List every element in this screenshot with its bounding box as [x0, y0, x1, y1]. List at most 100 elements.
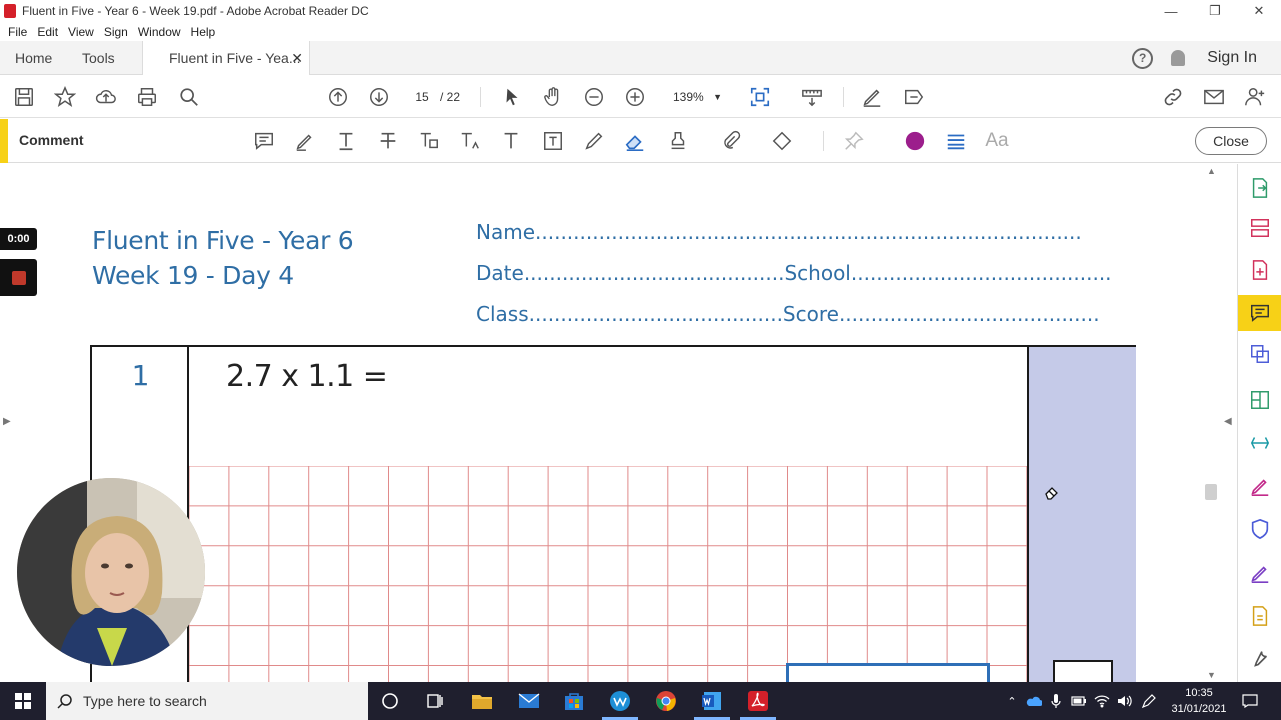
upload-icon[interactable]: [94, 85, 118, 109]
close-tab-icon[interactable]: ✕: [291, 50, 303, 67]
underline-text-icon[interactable]: [334, 129, 358, 153]
volume-icon[interactable]: [1117, 693, 1133, 709]
scroll-thumb[interactable]: [1205, 484, 1217, 500]
stamp-tool-icon[interactable]: [1248, 604, 1272, 628]
sign-in-button[interactable]: Sign In: [1207, 49, 1257, 67]
page-down-icon[interactable]: [367, 85, 391, 109]
more-tools-icon[interactable]: [1248, 647, 1272, 671]
comment-toolbar-label: Comment: [19, 132, 84, 148]
pen-workspace-icon[interactable]: [1141, 693, 1157, 709]
scroll-up-icon[interactable]: ▲: [1207, 166, 1216, 176]
menu-edit[interactable]: Edit: [37, 25, 58, 39]
eraser-icon[interactable]: [623, 129, 647, 153]
onedrive-icon[interactable]: [1026, 693, 1042, 709]
search-icon[interactable]: [177, 85, 201, 109]
start-button[interactable]: [0, 682, 46, 720]
cortana-icon[interactable]: [378, 689, 402, 713]
export-pdf-icon[interactable]: [1248, 176, 1272, 200]
close-comment-button[interactable]: Close: [1195, 127, 1267, 155]
mail-icon[interactable]: [517, 689, 541, 713]
close-window-button[interactable]: ✕: [1237, 0, 1281, 22]
scan-icon[interactable]: [1248, 431, 1272, 455]
save-icon[interactable]: [12, 85, 36, 109]
sticky-note-icon[interactable]: [252, 129, 276, 153]
stop-recording-button[interactable]: [0, 259, 37, 296]
show-hidden-icons-icon[interactable]: ⌃: [1004, 693, 1020, 709]
organize-pages-icon[interactable]: [1248, 216, 1272, 240]
share-icon[interactable]: [902, 85, 926, 109]
line-thickness-icon[interactable]: [944, 129, 968, 153]
color-swatch-icon[interactable]: [903, 129, 927, 153]
notifications-icon[interactable]: [1171, 50, 1186, 66]
zoom-in-icon[interactable]: [623, 85, 647, 109]
zoom-out-icon[interactable]: [582, 85, 606, 109]
tab-document[interactable]: Fluent in Five - Yea... ✕: [142, 41, 310, 75]
page-number-input[interactable]: 15: [407, 86, 437, 108]
sign-icon[interactable]: [860, 85, 884, 109]
file-explorer-icon[interactable]: [470, 689, 494, 713]
combine-files-icon[interactable]: [1248, 342, 1272, 366]
attach-file-icon[interactable]: [719, 129, 743, 153]
hand-icon[interactable]: [541, 85, 565, 109]
left-panel-toggle-icon[interactable]: ▶: [3, 416, 11, 427]
menu-file[interactable]: File: [8, 25, 27, 39]
acrobat-icon[interactable]: [746, 689, 770, 713]
star-icon[interactable]: [53, 85, 77, 109]
text-box-icon[interactable]: [541, 129, 565, 153]
insert-text-icon[interactable]: [458, 129, 482, 153]
main-toolbar: 15 / 22 139% ▼: [0, 76, 1281, 118]
microphone-icon[interactable]: [1048, 693, 1064, 709]
menu-sign[interactable]: Sign: [104, 25, 128, 39]
tab-tools[interactable]: Tools: [82, 41, 115, 75]
battery-icon[interactable]: [1071, 693, 1087, 709]
answer-box[interactable]: [786, 663, 990, 682]
link-icon[interactable]: [1161, 85, 1185, 109]
zoom-dropdown[interactable]: 139% ▼: [664, 86, 726, 108]
replace-text-icon[interactable]: [417, 129, 441, 153]
right-panel-toggle-icon[interactable]: ◀: [1224, 416, 1232, 427]
fill-sign-icon[interactable]: [1248, 474, 1272, 498]
select-arrow-icon[interactable]: [500, 85, 524, 109]
toolbar-divider: [843, 87, 844, 107]
wifi-icon[interactable]: [1094, 693, 1110, 709]
vertical-scrollbar[interactable]: ▲ ▼: [1203, 164, 1221, 682]
windows-logo-icon: [15, 693, 31, 709]
protect-icon[interactable]: [1248, 517, 1272, 541]
task-view-icon[interactable]: [423, 689, 447, 713]
edit-pdf-icon[interactable]: [1248, 388, 1272, 412]
mail-icon[interactable]: [1202, 85, 1226, 109]
print-icon[interactable]: [135, 85, 159, 109]
pencil-icon[interactable]: [582, 129, 606, 153]
restore-button[interactable]: ❐: [1193, 0, 1237, 22]
comment-icon[interactable]: [1248, 301, 1272, 325]
class-label: Class: [476, 302, 529, 326]
ruler-icon[interactable]: [800, 85, 824, 109]
create-pdf-icon[interactable]: [1248, 258, 1272, 282]
taskbar-clock[interactable]: 10:35 31/01/2021: [1164, 685, 1234, 717]
help-icon[interactable]: ?: [1132, 47, 1154, 69]
scroll-down-icon[interactable]: ▼: [1207, 670, 1216, 680]
shapes-icon[interactable]: [770, 129, 794, 153]
menu-help[interactable]: Help: [191, 25, 216, 39]
menu-view[interactable]: View: [68, 25, 94, 39]
stamp-icon[interactable]: [666, 129, 690, 153]
store-icon[interactable]: [562, 689, 586, 713]
strikethrough-icon[interactable]: [376, 129, 400, 153]
chrome-icon[interactable]: [654, 689, 678, 713]
text-style-icon[interactable]: Aa: [985, 129, 1009, 153]
page-up-icon[interactable]: [326, 85, 350, 109]
word-icon[interactable]: [700, 689, 724, 713]
fit-page-icon[interactable]: [748, 85, 772, 109]
score-box[interactable]: [1053, 660, 1113, 682]
add-user-icon[interactable]: [1243, 85, 1267, 109]
taskbar-search-box[interactable]: Type here to search: [46, 682, 368, 720]
minimize-button[interactable]: —: [1149, 0, 1193, 22]
webex-icon[interactable]: [608, 689, 632, 713]
tab-home[interactable]: Home: [15, 41, 52, 75]
highlight-icon[interactable]: [293, 129, 317, 153]
pin-icon[interactable]: [842, 129, 866, 153]
menu-window[interactable]: Window: [138, 25, 181, 39]
add-text-icon[interactable]: [499, 129, 523, 153]
send-for-signature-icon[interactable]: [1248, 561, 1272, 585]
notifications-center-icon[interactable]: [1242, 693, 1258, 709]
